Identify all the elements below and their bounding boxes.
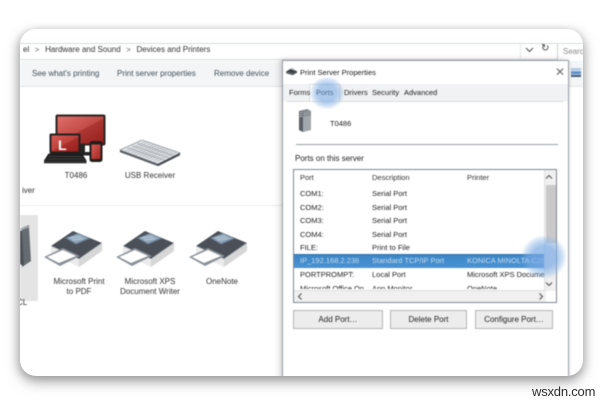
svg-text:L: L [58,137,67,153]
